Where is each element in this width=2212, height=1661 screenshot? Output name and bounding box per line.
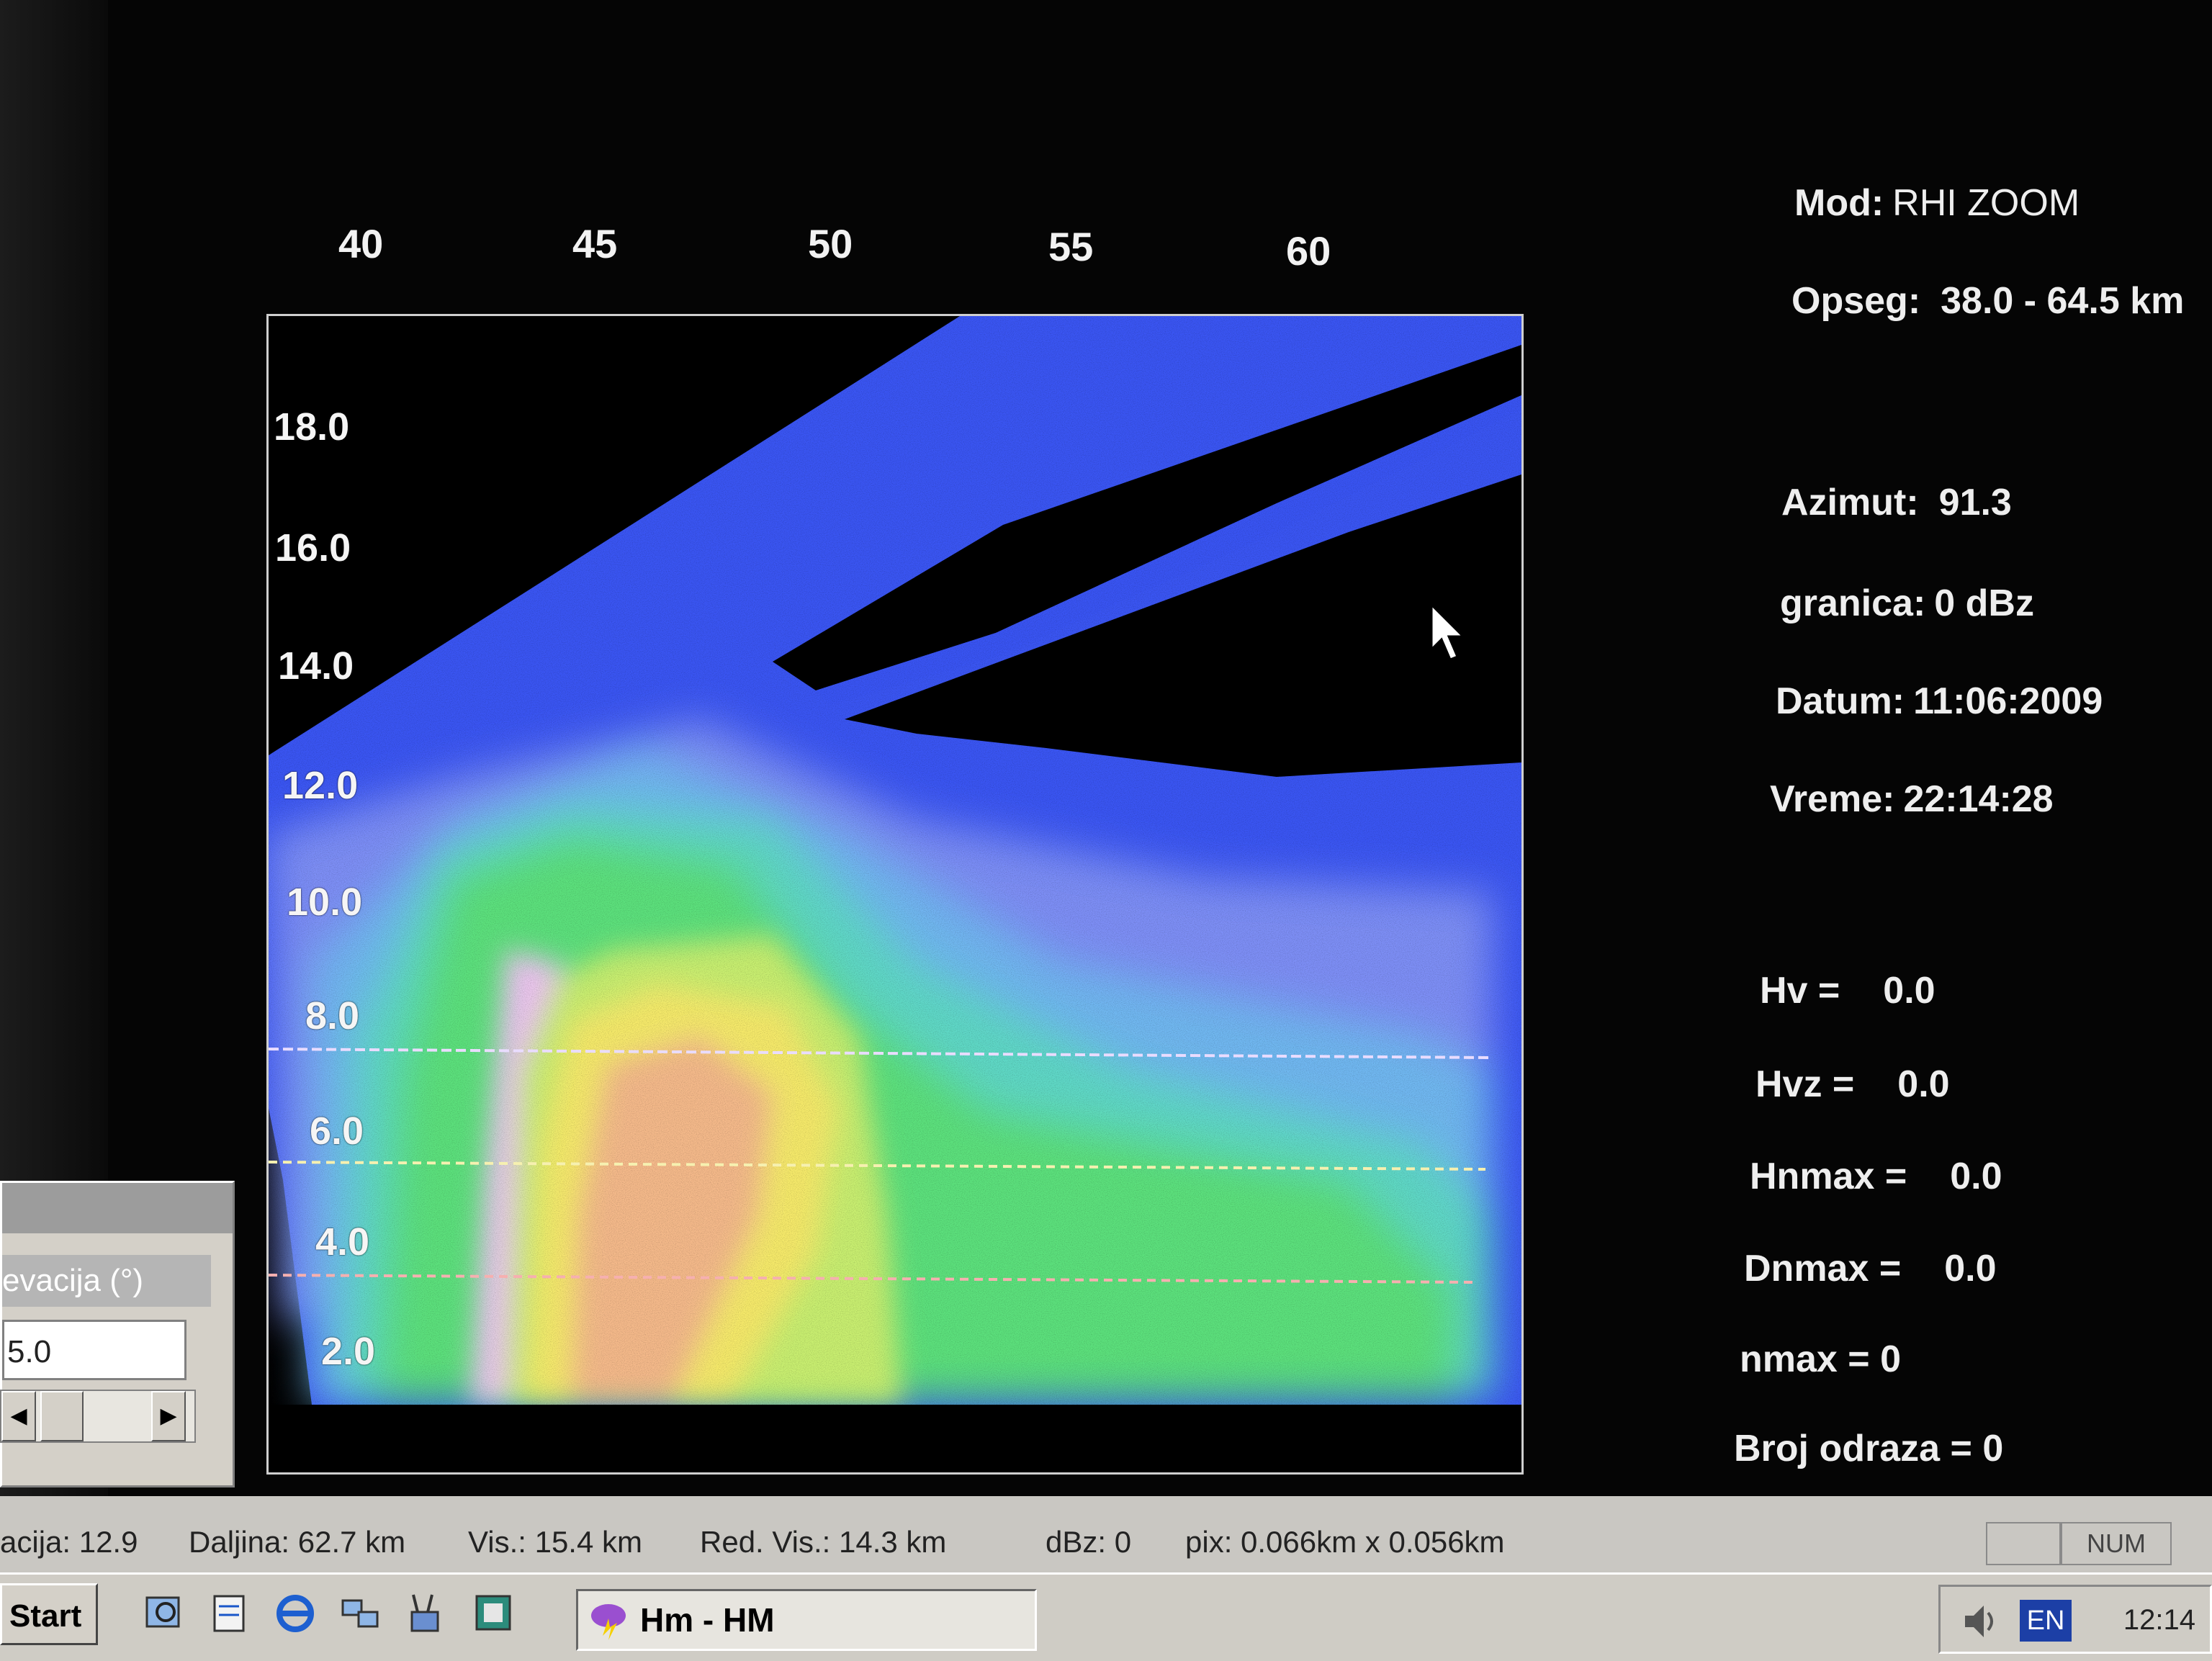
scroll-right-button[interactable]: ▶ — [151, 1391, 186, 1441]
azimuth-readout: Azimut: 91.3 — [1781, 482, 2012, 523]
volume-icon[interactable] — [1962, 1601, 1998, 1642]
y-tick-label: 4.0 — [315, 1220, 370, 1264]
echo-count-readout: Broj odraza = 0 — [1734, 1428, 2004, 1469]
network-icon[interactable] — [338, 1590, 382, 1637]
plot-frame — [266, 314, 1524, 1475]
status-dbz: dBz: 0 — [1046, 1525, 1132, 1559]
taskbar: Start Hm - HM EN 12:14 — [0, 1572, 2212, 1661]
y-tick-label: 10.0 — [287, 881, 363, 924]
notepad-icon[interactable] — [209, 1590, 252, 1637]
hvz-readout: Hvz = 0.0 — [1755, 1063, 1950, 1105]
elevation-label: evacija (°) — [2, 1255, 211, 1307]
hv-readout: Hv = 0.0 — [1760, 970, 1936, 1012]
system-tray: EN 12:14 — [1938, 1585, 2212, 1654]
status-height: Vis.: 15.4 km — [468, 1525, 642, 1559]
clock: 12:14 — [2123, 1604, 2195, 1636]
status-distance: Daljina: 62.7 km — [189, 1525, 406, 1559]
task-button-hm[interactable]: Hm - HM — [576, 1589, 1037, 1651]
status-panel-blank — [1986, 1522, 2061, 1565]
y-tick-label: 12.0 — [282, 764, 359, 807]
y-tick-label: 6.0 — [310, 1109, 364, 1153]
desktop-icon[interactable] — [472, 1590, 516, 1637]
y-tick-label: 14.0 — [278, 644, 354, 688]
time-readout: Vreme: 22:14:28 — [1770, 778, 2054, 820]
radar-display-screen: 40 45 50 55 60 18.0 16.0 14.0 12.0 10.0 … — [0, 0, 2212, 1661]
status-bar: acija: 12.9 Daljina: 62.7 km Vis.: 15.4 … — [0, 1496, 2212, 1572]
internet-explorer-icon[interactable] — [274, 1590, 317, 1637]
mouse-cursor-icon — [1431, 605, 1466, 661]
x-tick-label: 60 — [1286, 228, 1331, 274]
y-tick-label: 8.0 — [305, 994, 360, 1037]
elevation-input[interactable]: 5.0 — [2, 1320, 186, 1380]
num-lock-indicator: NUM — [2061, 1522, 2172, 1565]
status-reduced-height: Red. Vis.: 14.3 km — [700, 1525, 947, 1559]
x-tick-label: 40 — [338, 221, 384, 266]
scroll-left-button[interactable]: ◀ — [1, 1391, 36, 1441]
language-indicator[interactable]: EN — [2020, 1600, 2072, 1642]
range-readout: Opseg: 38.0 - 64.5 km — [1791, 280, 2185, 322]
mode-readout: Mod: RHI ZOOM — [1794, 182, 2080, 224]
scroll-thumb[interactable] — [40, 1391, 84, 1441]
x-tick-label: 50 — [808, 221, 853, 266]
nmax-readout: nmax = 0 — [1740, 1338, 1902, 1380]
panel-titlebar — [2, 1183, 233, 1233]
tools-icon[interactable] — [403, 1590, 446, 1637]
y-tick-label: 16.0 — [275, 526, 351, 570]
status-elevation: acija: 12.9 — [0, 1525, 138, 1559]
x-tick-label: 45 — [572, 221, 618, 266]
threshold-readout: granica: 0 dBz — [1780, 582, 2034, 624]
magnifier-icon[interactable] — [144, 1590, 187, 1637]
elevation-scrollbar[interactable]: ◀ ▶ — [0, 1390, 196, 1443]
hnmax-readout: Hnmax = 0.0 — [1750, 1156, 2002, 1197]
dnmax-readout: Dnmax = 0.0 — [1744, 1248, 1997, 1289]
date-readout: Datum: 11:06:2009 — [1776, 680, 2103, 722]
y-tick-label: 18.0 — [274, 405, 350, 449]
storm-app-icon — [591, 1604, 626, 1640]
start-button[interactable]: Start — [0, 1583, 98, 1645]
x-tick-label: 55 — [1048, 224, 1094, 269]
status-pixel-size: pix: 0.066km x 0.056km — [1185, 1525, 1505, 1559]
y-tick-label: 2.0 — [321, 1330, 376, 1373]
